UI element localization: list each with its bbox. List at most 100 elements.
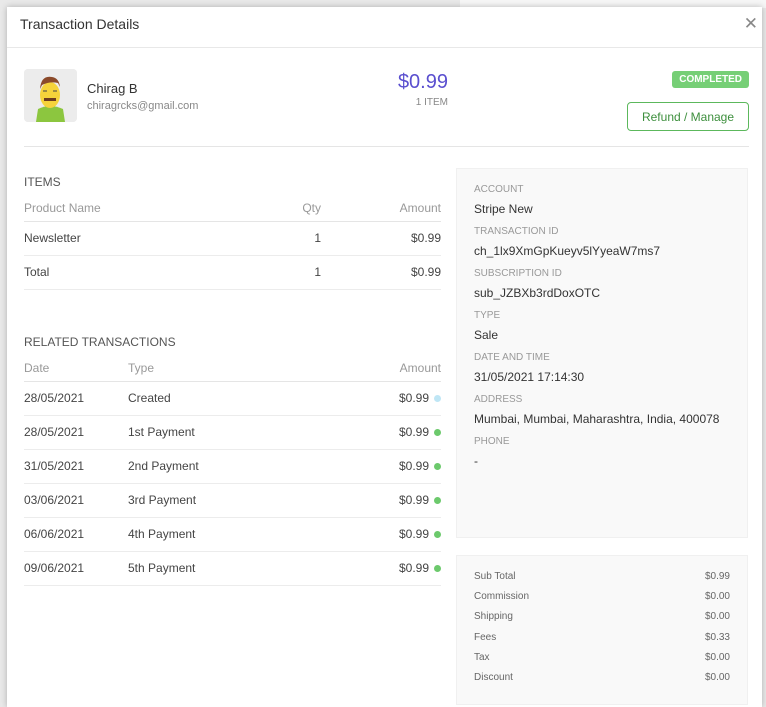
detail-label: SUBSCRIPTION ID	[474, 268, 562, 279]
summary-value: $0.00	[704, 611, 730, 623]
detail-label: ADDRESS	[474, 394, 523, 405]
customer-name: Chirag B	[87, 81, 138, 96]
summary-label: Tax	[474, 651, 490, 663]
detail-value: Mumbai, Mumbai, Maharashtra, India, 4000…	[474, 412, 720, 426]
date: 03/06/2021	[24, 483, 128, 518]
amount: $0.99	[398, 527, 429, 541]
transaction-details-modal: Transaction Details ✕ Chirag B chiragrck…	[7, 7, 762, 707]
status-dot-icon	[434, 531, 441, 539]
detail-value: ch_1lx9XmGpKueyv5lYyeaW7ms7	[474, 244, 661, 258]
summary-row: Tax $0.00	[474, 647, 730, 667]
amount: $0.99	[321, 255, 441, 290]
date: 09/06/2021	[24, 551, 128, 586]
detail-value: 31/05/2021 17:14:30	[474, 370, 585, 384]
transaction-row[interactable]: 06/06/2021 4th Payment $0.99	[24, 517, 441, 552]
col-amount: Amount	[324, 355, 441, 382]
type: 2nd Payment	[128, 449, 325, 484]
col-date: Date	[24, 355, 128, 382]
modal-title: Transaction Details	[20, 16, 140, 32]
type: 3rd Payment	[128, 483, 325, 518]
details-panel: ACCOUNT Stripe New TRANSACTION ID ch_1lx9Xm…	[456, 168, 748, 538]
amount: $0.99	[398, 493, 429, 507]
summary-value: $0.00	[704, 590, 730, 602]
transaction-row[interactable]: 31/05/2021 2nd Payment $0.99	[24, 449, 441, 484]
col-amount: Amount	[321, 195, 441, 222]
customer-email: chiragrcks@gmail.com	[87, 100, 199, 112]
refund-manage-button[interactable]: Refund / Manage	[627, 102, 749, 131]
amount: $0.99	[398, 391, 429, 405]
type: Created	[128, 381, 325, 416]
type: 5th Payment	[128, 551, 325, 586]
amount-cell: $0.99	[324, 483, 441, 518]
detail-value: Stripe New	[474, 202, 533, 216]
summary-row: Discount $0.00	[474, 667, 730, 687]
date: 28/05/2021	[24, 381, 128, 416]
transaction-row[interactable]: 03/06/2021 3rd Payment $0.99	[24, 483, 441, 518]
detail-value: sub_JZBXb3rdDoxOTC	[474, 286, 601, 300]
detail-label: PHONE	[474, 436, 510, 447]
qty: 1	[241, 255, 321, 290]
transaction-row[interactable]: 09/06/2021 5th Payment $0.99	[24, 551, 441, 586]
amount-cell: $0.99	[324, 415, 441, 450]
summary-label: Shipping	[474, 611, 513, 623]
col-type: Type	[128, 355, 325, 382]
item-row: Newsletter 1 $0.99	[24, 221, 441, 256]
summary-row: Sub Total $0.99	[474, 566, 730, 586]
customer-summary: Chirag B chiragrcks@gmail.com $0.99 1 IT…	[24, 69, 749, 147]
product-name: Total	[24, 255, 241, 290]
status-dot-icon	[434, 429, 441, 437]
transaction-row[interactable]: 28/05/2021 1st Payment $0.99	[24, 415, 441, 450]
detail-label: TRANSACTION ID	[474, 226, 559, 237]
detail-label: ACCOUNT	[474, 184, 524, 195]
amount: $0.99	[398, 561, 429, 575]
status-dot-icon	[434, 497, 441, 505]
item-count: 1 ITEM	[415, 97, 448, 108]
amount-cell: $0.99	[324, 517, 441, 552]
col-product: Product Name	[24, 195, 241, 222]
detail-label: DATE AND TIME	[474, 352, 550, 363]
status-dot-icon	[434, 565, 441, 573]
summary-label: Commission	[474, 590, 530, 602]
avatar	[24, 69, 77, 122]
amount: $0.99	[321, 221, 441, 256]
items-table: Product Name Qty Amount Newsletter 1 $0.99…	[24, 195, 441, 290]
summary-label: Discount	[474, 672, 513, 684]
summary-label: Fees	[474, 631, 497, 643]
item-row: Total 1 $0.99	[24, 255, 441, 290]
transaction-row[interactable]: 28/05/2021 Created $0.99	[24, 381, 441, 416]
date: 28/05/2021	[24, 415, 128, 450]
summary-value: $0.00	[704, 651, 730, 663]
detail-value: -	[474, 454, 478, 468]
close-icon[interactable]: ✕	[744, 14, 758, 34]
summary-row: Shipping $0.00	[474, 607, 730, 627]
detail-value: Sale	[474, 328, 499, 342]
related-transactions-table: Date Type Amount 28/05/2021 Created $0.99 2…	[24, 355, 441, 586]
type: 4th Payment	[128, 517, 325, 552]
amount: $0.99	[398, 459, 429, 473]
summary-label: Sub Total	[474, 570, 516, 582]
status-badge: COMPLETED	[672, 71, 749, 88]
summary-row: Fees $0.33	[474, 627, 730, 647]
related-transactions-heading: RELATED TRANSACTIONS	[24, 335, 176, 349]
summary-value: $0.00	[704, 672, 730, 684]
status-dot-icon	[434, 395, 441, 403]
summary-panel: Sub Total $0.99 Commission $0.00 Shipping $0.…	[456, 555, 748, 705]
date: 06/06/2021	[24, 517, 128, 552]
items-heading: ITEMS	[24, 175, 61, 189]
amount-cell: $0.99	[324, 551, 441, 586]
status-dot-icon	[434, 463, 441, 471]
amount-cell: $0.99	[324, 449, 441, 484]
summary-row: Commission $0.00	[474, 586, 730, 606]
transaction-amount: $0.99	[397, 71, 448, 93]
amount: $0.99	[398, 425, 429, 439]
summary-value: $0.99	[704, 570, 730, 582]
product-name: Newsletter	[24, 221, 241, 256]
detail-label: TYPE	[474, 310, 501, 321]
modal-header: Transaction Details ✕	[7, 7, 762, 48]
date: 31/05/2021	[24, 449, 128, 484]
amount-cell: $0.99	[324, 381, 441, 416]
summary-value: $0.33	[704, 631, 730, 643]
col-qty: Qty	[241, 195, 321, 222]
type: 1st Payment	[128, 415, 325, 450]
qty: 1	[241, 221, 321, 256]
